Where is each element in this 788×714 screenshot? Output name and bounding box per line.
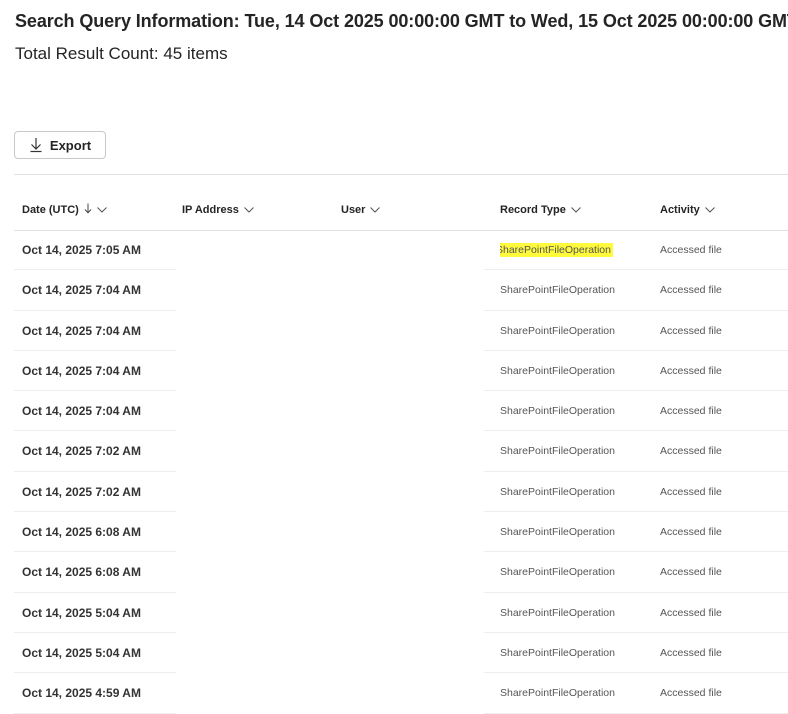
record-type-cell: SharePointFileOperation <box>500 311 622 351</box>
record-type-cell: SharePointFileOperation <box>500 351 622 391</box>
activity-cell: Accessed file <box>660 405 722 418</box>
activity-cell: Accessed file <box>660 646 722 659</box>
date-cell: Oct 14, 2025 7:04 AM <box>22 404 141 419</box>
row-divider <box>484 712 788 714</box>
date-cell: Oct 14, 2025 7:04 AM <box>22 283 141 298</box>
audit-results-table: Date (UTC) IP Address User Record Type A… <box>0 190 788 714</box>
row-divider <box>14 712 176 714</box>
record-type-text: SharePointFileOperation <box>500 687 615 700</box>
table-row[interactable]: Oct 14, 2025 7:04 AM SharePointFileOperat… <box>0 270 788 311</box>
activity-cell: Accessed file <box>660 526 722 539</box>
column-header-record-type[interactable]: Record Type <box>500 190 581 230</box>
table-row[interactable]: Oct 14, 2025 6:08 AM SharePointFileOperat… <box>0 512 788 553</box>
table-row[interactable]: Oct 14, 2025 7:05 AM SharePointFileOperat… <box>0 230 788 271</box>
table-row[interactable]: Oct 14, 2025 7:02 AM SharePointFileOperat… <box>0 431 788 472</box>
chevron-down-icon[interactable] <box>570 204 581 216</box>
table-row[interactable]: Oct 14, 2025 5:04 AM SharePointFileOperat… <box>0 593 788 633</box>
record-type-text: SharePointFileOperation <box>500 526 615 539</box>
sort-descending-icon <box>84 203 92 217</box>
search-query-title: Search Query Information: Tue, 14 Oct 20… <box>15 11 788 31</box>
record-type-cell: SharePointFileOperation <box>500 270 622 310</box>
activity-cell: Accessed file <box>660 687 722 700</box>
chevron-down-icon[interactable] <box>704 204 715 216</box>
record-type-text: SharePointFileOperation <box>500 284 615 297</box>
table-row[interactable]: Oct 14, 2025 7:04 AM SharePointFileOperat… <box>0 391 788 432</box>
record-type-text: SharePointFileOperation <box>500 405 615 418</box>
column-header-label: Date (UTC) <box>22 204 79 216</box>
record-type-cell: SharePointFileOperation <box>500 593 622 633</box>
download-arrow-icon <box>29 137 43 153</box>
record-type-cell: SharePointFileOperation <box>500 431 622 471</box>
toolbar-divider <box>14 174 788 175</box>
activity-cell: Accessed file <box>660 324 722 337</box>
table-row[interactable]: Oct 14, 2025 7:04 AM SharePointFileOperat… <box>0 311 788 351</box>
table-header-row: Date (UTC) IP Address User Record Type A… <box>0 190 788 231</box>
date-cell: Oct 14, 2025 5:04 AM <box>22 645 141 660</box>
column-header-label: User <box>341 204 366 216</box>
table-body: Oct 14, 2025 7:05 AM SharePointFileOperat… <box>0 230 788 714</box>
table-row[interactable]: Oct 14, 2025 4:59 AM SharePointFileOperat… <box>0 673 788 714</box>
column-header-label: IP Address <box>182 204 239 216</box>
table-row[interactable]: Oct 14, 2025 7:02 AM SharePointFileOperat… <box>0 472 788 513</box>
date-cell: Oct 14, 2025 7:02 AM <box>22 484 141 499</box>
record-type-cell: SharePointFileOperation <box>500 633 622 673</box>
date-cell: Oct 14, 2025 4:59 AM <box>22 686 141 701</box>
column-header-date[interactable]: Date (UTC) <box>22 190 107 230</box>
record-type-cell: SharePointFileOperation <box>500 673 622 713</box>
total-result-count: Total Result Count: 45 items <box>15 44 228 63</box>
table-row[interactable]: Oct 14, 2025 6:08 AM SharePointFileOperat… <box>0 552 788 593</box>
activity-cell: Accessed file <box>660 244 722 256</box>
record-type-text: SharePointFileOperation <box>500 324 615 337</box>
record-type-text: SharePointFileOperation <box>500 364 615 377</box>
date-cell: Oct 14, 2025 7:04 AM <box>22 363 141 378</box>
date-cell: Oct 14, 2025 7:02 AM <box>22 444 141 459</box>
record-type-cell: SharePointFileOperation <box>500 552 622 592</box>
column-header-activity[interactable]: Activity <box>660 190 715 230</box>
record-type-cell: SharePointFileOperation <box>500 391 622 431</box>
record-type-cell: SharePointFileOperation <box>500 512 622 552</box>
table-row[interactable]: Oct 14, 2025 5:04 AM SharePointFileOperat… <box>0 633 788 674</box>
chevron-down-icon[interactable] <box>244 204 254 216</box>
activity-cell: Accessed file <box>660 284 722 297</box>
table-row[interactable]: Oct 14, 2025 7:04 AM SharePointFileOperat… <box>0 351 788 392</box>
column-header-ip-address[interactable]: IP Address <box>182 190 254 230</box>
column-header-user[interactable]: User <box>341 190 381 230</box>
column-header-label: Record Type <box>500 204 566 216</box>
activity-cell: Accessed file <box>660 485 722 498</box>
record-type-text: SharePointFileOperation <box>500 445 615 458</box>
record-type-cell: SharePointFileOperation <box>500 472 622 512</box>
date-cell: Oct 14, 2025 5:04 AM <box>22 605 141 620</box>
date-cell: Oct 14, 2025 7:05 AM <box>22 243 141 257</box>
chevron-down-icon[interactable] <box>370 204 381 216</box>
column-header-label: Activity <box>660 204 700 216</box>
chevron-down-icon[interactable] <box>96 204 107 216</box>
date-cell: Oct 14, 2025 6:08 AM <box>22 565 141 580</box>
activity-cell: Accessed file <box>660 566 722 579</box>
record-type-text: SharePointFileOperation <box>500 485 615 498</box>
activity-cell: Accessed file <box>660 606 722 619</box>
record-type-text: SharePointFileOperation <box>500 606 615 619</box>
export-label: Export <box>49 137 92 153</box>
record-type-text: SharePointFileOperation <box>500 566 615 579</box>
activity-cell: Accessed file <box>660 445 722 458</box>
date-cell: Oct 14, 2025 6:08 AM <box>22 525 141 540</box>
record-type-text: SharePointFileOperation <box>500 243 613 257</box>
activity-cell: Accessed file <box>660 364 722 377</box>
date-cell: Oct 14, 2025 7:04 AM <box>22 323 141 338</box>
export-button[interactable]: Export <box>14 131 106 159</box>
record-type-cell: SharePointFileOperation <box>500 230 622 270</box>
record-type-text: SharePointFileOperation <box>500 646 615 659</box>
